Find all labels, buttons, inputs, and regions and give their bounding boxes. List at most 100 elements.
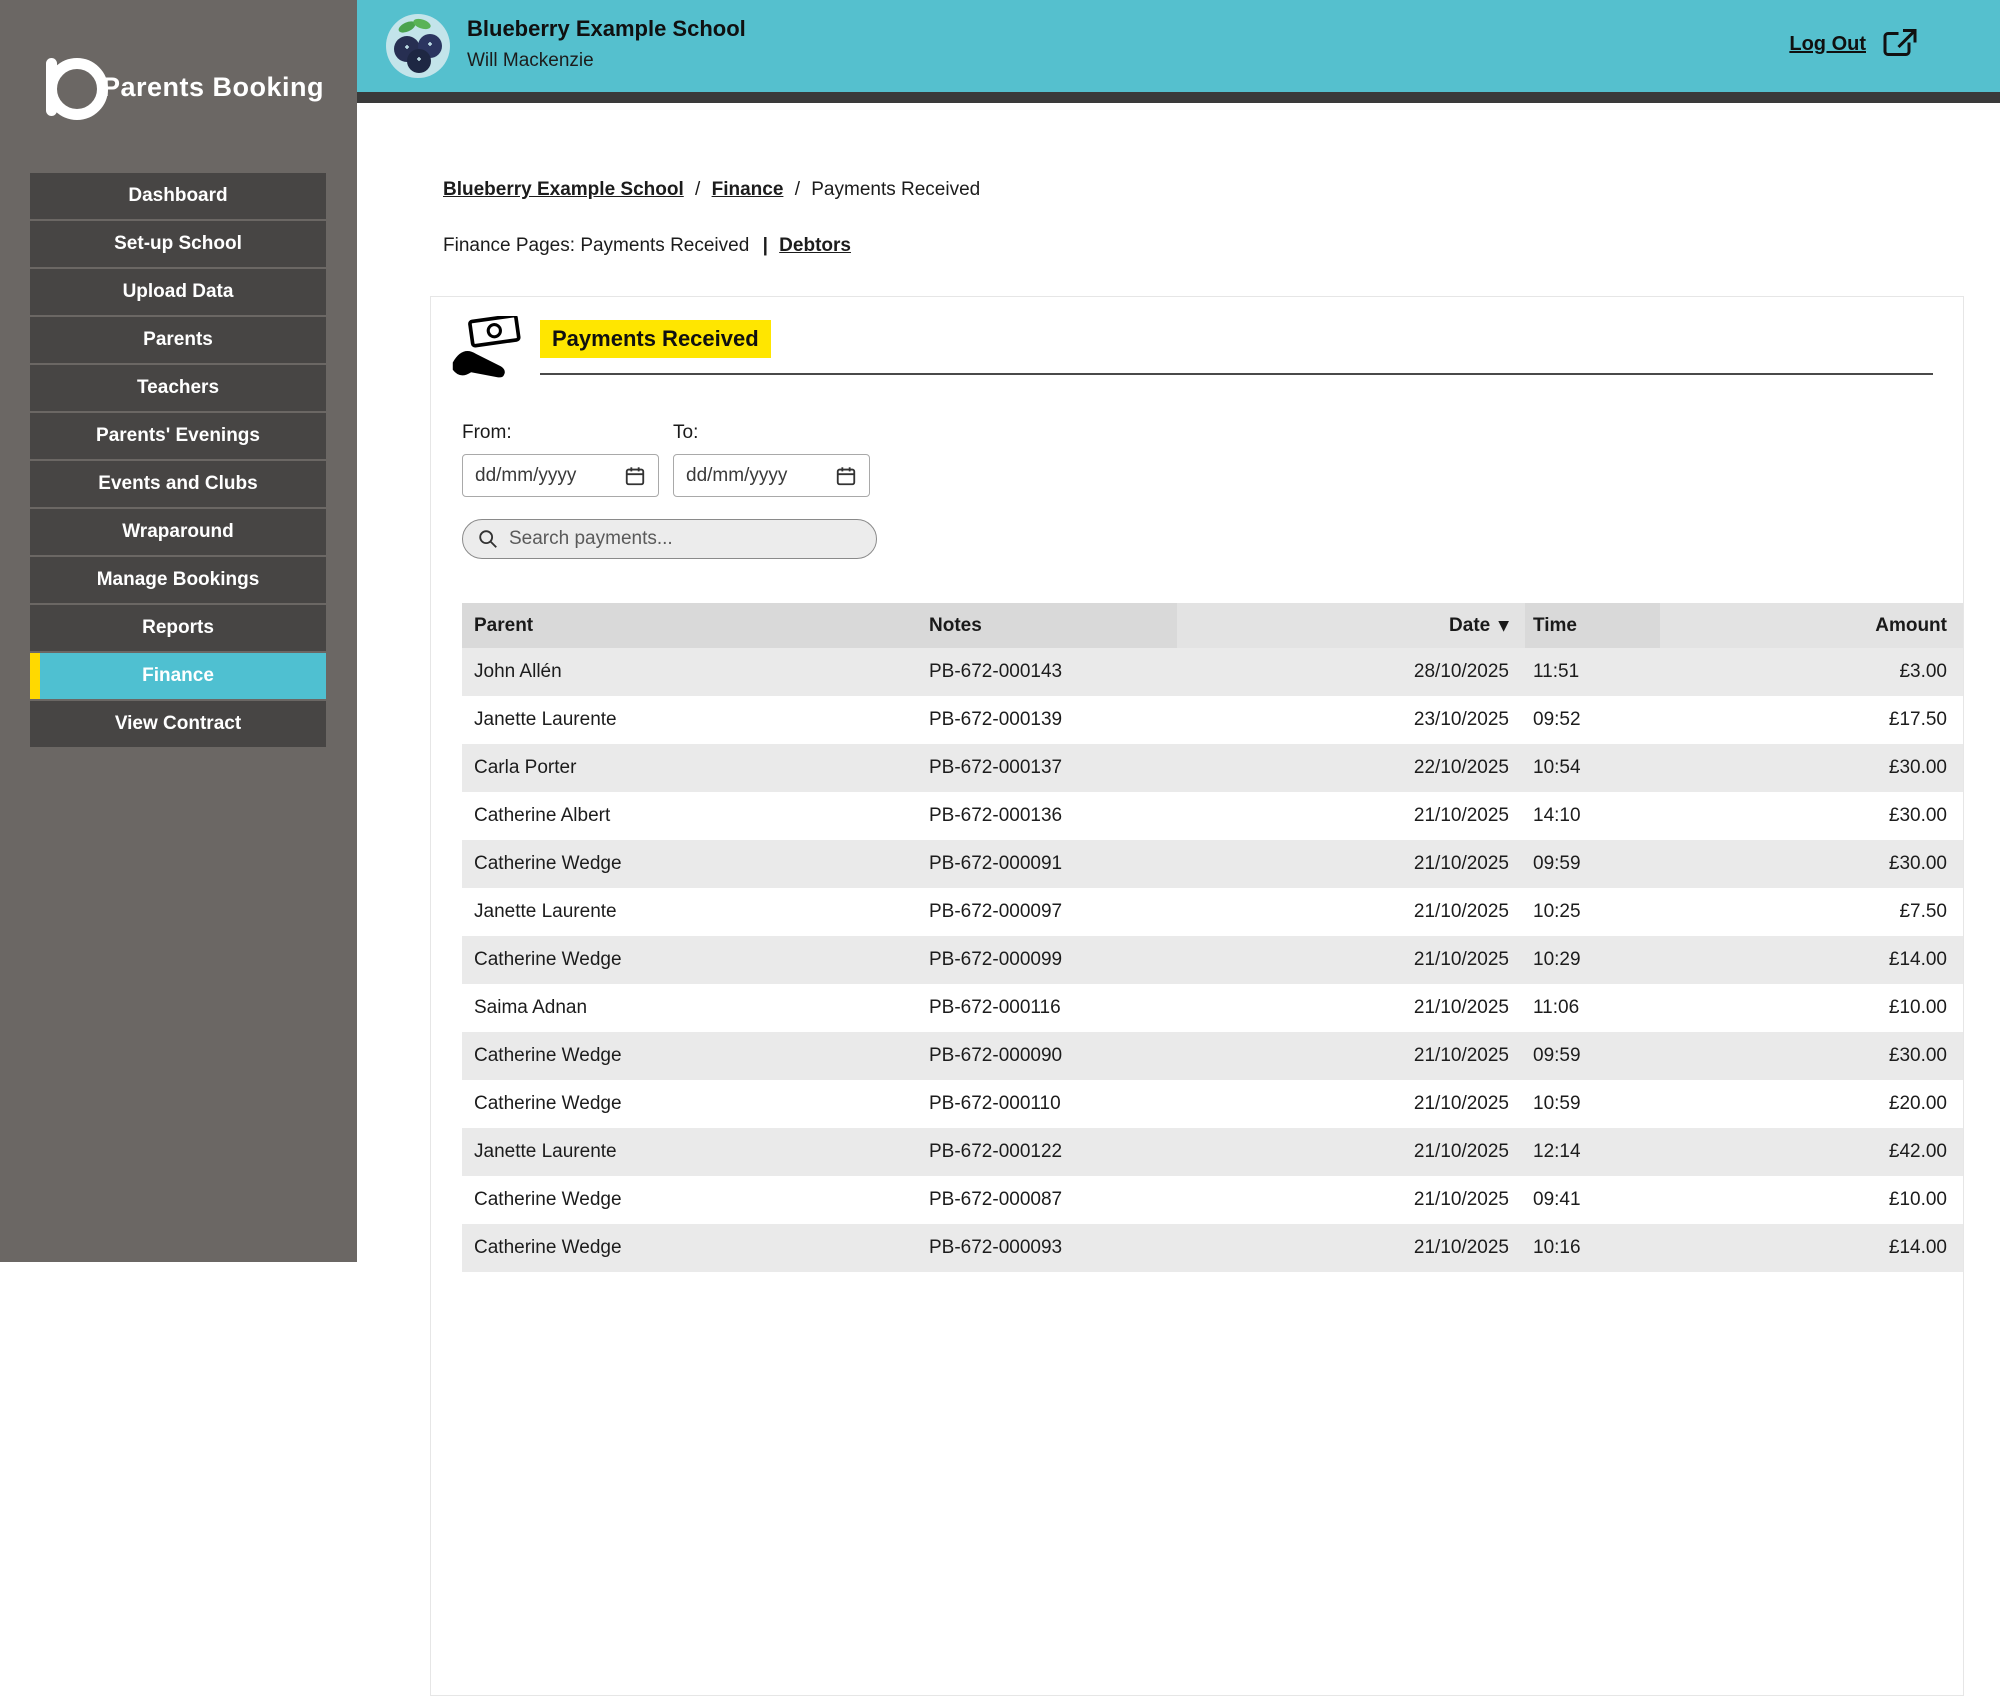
to-date-placeholder: dd/mm/yyyy	[686, 465, 835, 487]
parents-booking-logo[interactable]: Parents Booking	[46, 58, 324, 116]
header-parent[interactable]: Parent	[462, 603, 927, 648]
from-date-placeholder: dd/mm/yyyy	[475, 465, 624, 487]
cell-date: 21/10/2025	[1177, 1224, 1525, 1272]
cell-parent: Carla Porter	[462, 744, 927, 792]
debtors-link[interactable]: Debtors	[779, 235, 851, 256]
user-name: Will Mackenzie	[467, 50, 594, 72]
calendar-icon[interactable]	[835, 465, 857, 487]
breadcrumb-school-link[interactable]: Blueberry Example School	[443, 179, 684, 200]
panel-header: Payments Received	[431, 297, 1963, 382]
top-header: Blueberry Example School Will Mackenzie …	[357, 0, 2000, 92]
cell-date: 21/10/2025	[1177, 840, 1525, 888]
cell-notes: PB-672-000136	[927, 792, 1177, 840]
cell-time: 10:25	[1525, 888, 1660, 936]
sidebar-nav: Dashboard Set-up School Upload Data Pare…	[30, 173, 326, 749]
finance-pages-label: Finance Pages:	[443, 235, 575, 256]
cell-amount: £30.00	[1660, 792, 1963, 840]
header-date[interactable]: Date ▼	[1177, 603, 1525, 648]
cell-time: 14:10	[1525, 792, 1660, 840]
sidebar-item-parents-evenings[interactable]: Parents' Evenings	[30, 413, 326, 459]
cell-parent: Janette Laurente	[462, 696, 927, 744]
title-rule	[540, 373, 1933, 375]
cell-parent: Catherine Wedge	[462, 1080, 927, 1128]
sidebar-item-view-contract[interactable]: View Contract	[30, 701, 326, 747]
sidebar-item-wraparound[interactable]: Wraparound	[30, 509, 326, 555]
cell-notes: PB-672-000110	[927, 1080, 1177, 1128]
cell-amount: £30.00	[1660, 744, 1963, 792]
sort-desc-icon: ▼	[1498, 618, 1509, 634]
sidebar-item-setup-school[interactable]: Set-up School	[30, 221, 326, 267]
cell-parent: Catherine Wedge	[462, 936, 927, 984]
page-title: Payments Received	[540, 320, 771, 358]
cell-date: 21/10/2025	[1177, 936, 1525, 984]
to-label: To:	[673, 422, 870, 444]
cell-parent: Saima Adnan	[462, 984, 927, 1032]
panel-title-wrap: Payments Received	[540, 316, 1933, 375]
search-input[interactable]	[509, 528, 862, 550]
cell-notes: PB-672-000091	[927, 840, 1177, 888]
breadcrumb-separator: /	[795, 179, 800, 200]
cell-date: 21/10/2025	[1177, 888, 1525, 936]
cell-amount: £10.00	[1660, 1176, 1963, 1224]
cell-time: 11:51	[1525, 648, 1660, 696]
breadcrumb: Blueberry Example School / Finance / Pay…	[443, 179, 980, 201]
table-row: John AllénPB-672-00014328/10/202511:51£3…	[462, 648, 1963, 696]
cell-date: 22/10/2025	[1177, 744, 1525, 792]
cell-time: 12:14	[1525, 1128, 1660, 1176]
cell-time: 09:52	[1525, 696, 1660, 744]
cell-amount: £3.00	[1660, 648, 1963, 696]
cell-time: 09:59	[1525, 1032, 1660, 1080]
payments-table-body: John AllénPB-672-00014328/10/202511:51£3…	[462, 648, 1963, 1272]
brand-name: Parents Booking	[102, 72, 324, 103]
table-row: Catherine WedgePB-672-00009021/10/202509…	[462, 1032, 1963, 1080]
sidebar-item-dashboard[interactable]: Dashboard	[30, 173, 326, 219]
cell-notes: PB-672-000116	[927, 984, 1177, 1032]
table-row: Saima AdnanPB-672-00011621/10/202511:06£…	[462, 984, 1963, 1032]
logout-label: Log Out	[1789, 33, 1866, 56]
sidebar-item-upload-data[interactable]: Upload Data	[30, 269, 326, 315]
logout-icon	[1880, 26, 1920, 62]
sidebar-item-reports[interactable]: Reports	[30, 605, 326, 651]
from-date-input[interactable]: dd/mm/yyyy	[462, 454, 659, 497]
to-date-input[interactable]: dd/mm/yyyy	[673, 454, 870, 497]
table-row: Catherine WedgePB-672-00011021/10/202510…	[462, 1080, 1963, 1128]
search-box[interactable]	[462, 519, 877, 559]
header-notes[interactable]: Notes	[927, 603, 1177, 648]
sidebar-item-events-and-clubs[interactable]: Events and Clubs	[30, 461, 326, 507]
cell-date: 21/10/2025	[1177, 1032, 1525, 1080]
cell-parent: Janette Laurente	[462, 888, 927, 936]
cell-time: 10:29	[1525, 936, 1660, 984]
cell-notes: PB-672-000137	[927, 744, 1177, 792]
parents-booking-p-icon	[46, 58, 90, 116]
header-amount[interactable]: Amount	[1660, 603, 1963, 648]
logout-button[interactable]: Log Out	[1789, 26, 1920, 62]
school-name: Blueberry Example School	[467, 16, 746, 42]
header-time[interactable]: Time	[1525, 603, 1660, 648]
cell-parent: Catherine Albert	[462, 792, 927, 840]
finance-pages-divider: |	[763, 235, 768, 256]
cell-date: 23/10/2025	[1177, 696, 1525, 744]
sidebar-item-parents[interactable]: Parents	[30, 317, 326, 363]
search-icon	[477, 528, 499, 550]
payments-received-panel: Payments Received From: dd/mm/yyyy	[430, 296, 1964, 1696]
table-row: Catherine WedgePB-672-00009121/10/202509…	[462, 840, 1963, 888]
cell-parent: Catherine Wedge	[462, 1224, 927, 1272]
to-date-group: To: dd/mm/yyyy	[673, 422, 870, 497]
sidebar-item-manage-bookings[interactable]: Manage Bookings	[30, 557, 326, 603]
calendar-icon[interactable]	[624, 465, 646, 487]
from-date-group: From: dd/mm/yyyy	[462, 422, 659, 497]
table-row: Catherine WedgePB-672-00008721/10/202509…	[462, 1176, 1963, 1224]
cell-amount: £42.00	[1660, 1128, 1963, 1176]
cell-parent: Catherine Wedge	[462, 840, 927, 888]
main-content: Blueberry Example School / Finance / Pay…	[357, 103, 2000, 1262]
breadcrumb-finance-link[interactable]: Finance	[712, 179, 784, 200]
cell-time: 09:59	[1525, 840, 1660, 888]
payments-table: Parent Notes Date ▼ Time Amount John All…	[462, 603, 1963, 1272]
cell-time: 09:41	[1525, 1176, 1660, 1224]
cell-notes: PB-672-000093	[927, 1224, 1177, 1272]
sidebar-item-finance[interactable]: Finance	[30, 653, 326, 699]
cell-date: 21/10/2025	[1177, 1080, 1525, 1128]
cell-time: 10:16	[1525, 1224, 1660, 1272]
breadcrumb-current: Payments Received	[811, 179, 980, 200]
sidebar-item-teachers[interactable]: Teachers	[30, 365, 326, 411]
